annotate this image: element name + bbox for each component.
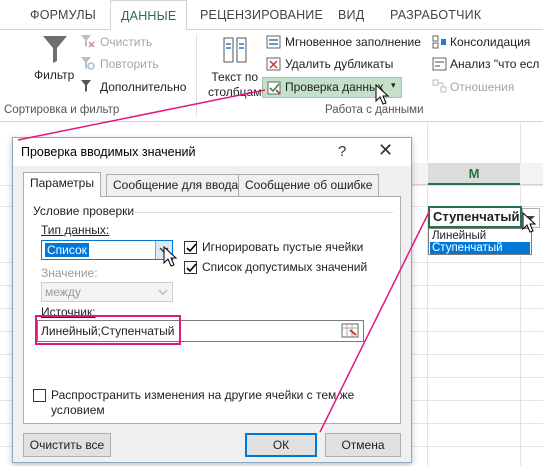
mouse-pointer-icon — [375, 84, 390, 105]
tab-parameters[interactable]: Параметры — [23, 172, 101, 197]
annotation-lines — [17, 89, 431, 433]
